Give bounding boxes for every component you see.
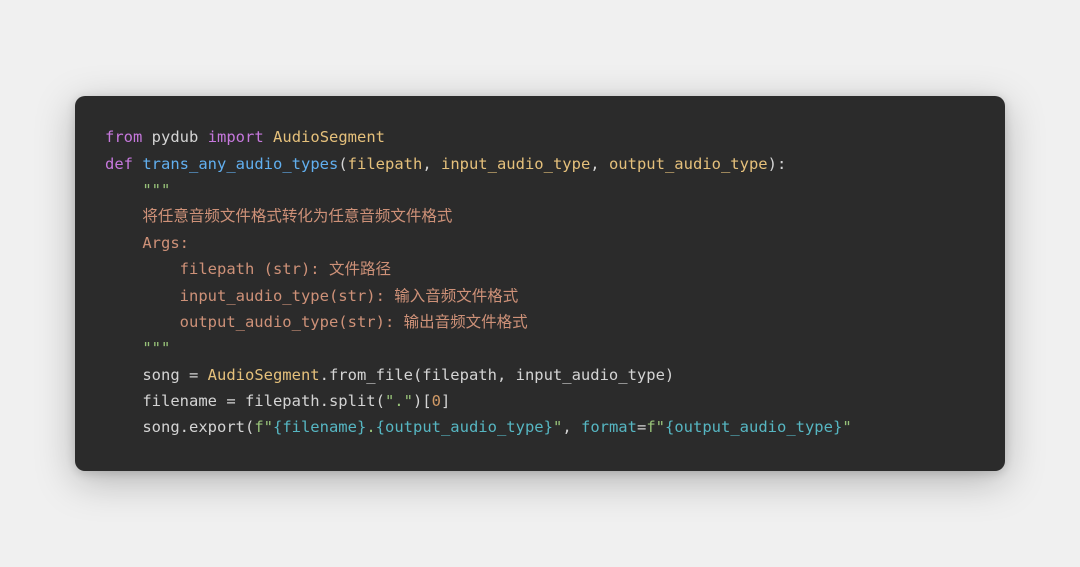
- comma-1: ,: [422, 155, 441, 173]
- module-name: pydub: [152, 128, 199, 146]
- docstring-close: """: [105, 339, 170, 357]
- fexpr-outtype2: {output_audio_type}: [665, 418, 842, 436]
- code-block: from pydub import AudioSegment def trans…: [75, 96, 1005, 470]
- paren-close: ):: [768, 155, 787, 173]
- comma-2: ,: [590, 155, 609, 173]
- stmt-song-tail: .from_file(filepath, input_audio_type): [320, 366, 675, 384]
- index-zero: 0: [432, 392, 441, 410]
- fstring-2-open: f": [646, 418, 665, 436]
- stmt-song: song =: [105, 366, 208, 384]
- fexpr-filename: {filename}: [273, 418, 366, 436]
- keyword-import: import: [208, 128, 264, 146]
- equals: =: [637, 418, 646, 436]
- fexpr-outtype1: {output_audio_type}: [376, 418, 553, 436]
- fstring-1-open: f": [254, 418, 273, 436]
- docstring-arg2: input_audio_type(str): 输入音频文件格式: [105, 287, 518, 305]
- fstring-1-close: ": [553, 418, 562, 436]
- keyword-from: from: [105, 128, 142, 146]
- code-content: from pydub import AudioSegment def trans…: [105, 124, 975, 440]
- comma-export: ,: [562, 418, 581, 436]
- string-dot: ".": [385, 392, 413, 410]
- docstring-open: """: [105, 181, 170, 199]
- fstring-2-close: ": [842, 418, 851, 436]
- class-call: AudioSegment: [208, 366, 320, 384]
- stmt-filename: filename = filepath.split(: [105, 392, 385, 410]
- docstring-arg3: output_audio_type(str): 输出音频文件格式: [105, 313, 528, 331]
- keyword-def: def: [105, 155, 133, 173]
- bracket-open: )[: [413, 392, 432, 410]
- stmt-export: song.export(: [105, 418, 254, 436]
- paren-open: (: [338, 155, 347, 173]
- bracket-close: ]: [441, 392, 450, 410]
- kwarg-format: format: [581, 418, 637, 436]
- docstring-args: Args:: [105, 234, 189, 252]
- param-1: filepath: [348, 155, 423, 173]
- fstring-1-dot: .: [366, 418, 375, 436]
- class-name: AudioSegment: [273, 128, 385, 146]
- docstring-arg1: filepath (str): 文件路径: [105, 260, 391, 278]
- param-3: output_audio_type: [609, 155, 768, 173]
- function-name: trans_any_audio_types: [142, 155, 338, 173]
- docstring-desc: 将任意音频文件格式转化为任意音频文件格式: [105, 207, 452, 225]
- param-2: input_audio_type: [441, 155, 590, 173]
